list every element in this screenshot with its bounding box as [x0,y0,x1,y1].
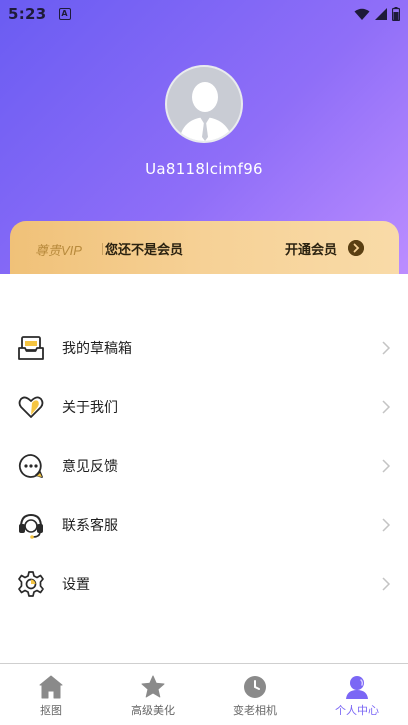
gear-icon [18,570,44,597]
signal-icon [375,7,387,20]
tab-beautify[interactable]: 高级美化 [102,664,204,725]
tab-profile[interactable]: 个人中心 [306,664,408,725]
chat-bubble-icon [18,453,43,478]
chevron-right-icon [382,399,391,414]
chevron-right-icon [382,576,391,591]
battery-icon [392,7,400,21]
default-avatar-icon [179,82,233,141]
username: Ua8118lcimf96 [145,160,263,178]
arrow-right-icon[interactable] [348,240,364,256]
menu-item-label: 联系客服 [62,517,118,534]
content-panel: 我的草稿箱 关于我们 意见反馈 联系客服 设置 [0,274,408,664]
drafts-box-icon [18,335,44,360]
star-icon [141,675,165,698]
vip-card[interactable]: 尊贵VIP 您还不是会员 开通会员 [10,221,399,281]
open-vip-button[interactable]: 开通会员 [285,239,337,258]
menu-item-label: 设置 [62,576,90,593]
tab-label: 高级美化 [131,704,175,717]
vip-status: 您还不是会员 [105,243,184,258]
tab-aging-camera[interactable]: 变老相机 [204,664,306,725]
menu-item-about[interactable]: 关于我们 [0,377,408,436]
vip-divider [102,243,103,255]
menu-item-feedback[interactable]: 意见反馈 [0,436,408,495]
tab-label: 个人中心 [335,704,379,717]
menu-item-drafts[interactable]: 我的草稿箱 [0,318,408,377]
menu-item-label: 我的草稿箱 [62,340,132,357]
clock-icon [244,676,266,698]
chevron-right-icon [382,517,391,532]
headset-icon [19,513,43,539]
person-icon [346,676,368,699]
chevron-right-icon [382,340,391,355]
wifi-icon [354,8,370,20]
chevron-right-icon [382,458,391,473]
menu-item-label: 意见反馈 [62,458,118,475]
avatar[interactable] [165,65,243,143]
bottom-tab-bar: 抠图 高级美化 变老相机 个人中心 [0,663,408,725]
menu-item-label: 关于我们 [62,399,118,416]
vip-title: 尊贵VIP [35,243,82,258]
menu-list: 我的草稿箱 关于我们 意见反馈 联系客服 设置 [0,318,408,613]
notification-badge: A [58,8,71,20]
status-bar: 5:23 A [0,0,408,28]
status-time: 5:23 [8,5,47,23]
tab-label: 抠图 [40,704,62,717]
menu-item-settings[interactable]: 设置 [0,554,408,613]
heart-icon [18,396,44,418]
menu-item-customer-service[interactable]: 联系客服 [0,495,408,554]
tab-cutout[interactable]: 抠图 [0,664,102,725]
tab-label: 变老相机 [233,704,277,717]
status-icons [354,7,400,21]
home-icon [39,675,63,699]
